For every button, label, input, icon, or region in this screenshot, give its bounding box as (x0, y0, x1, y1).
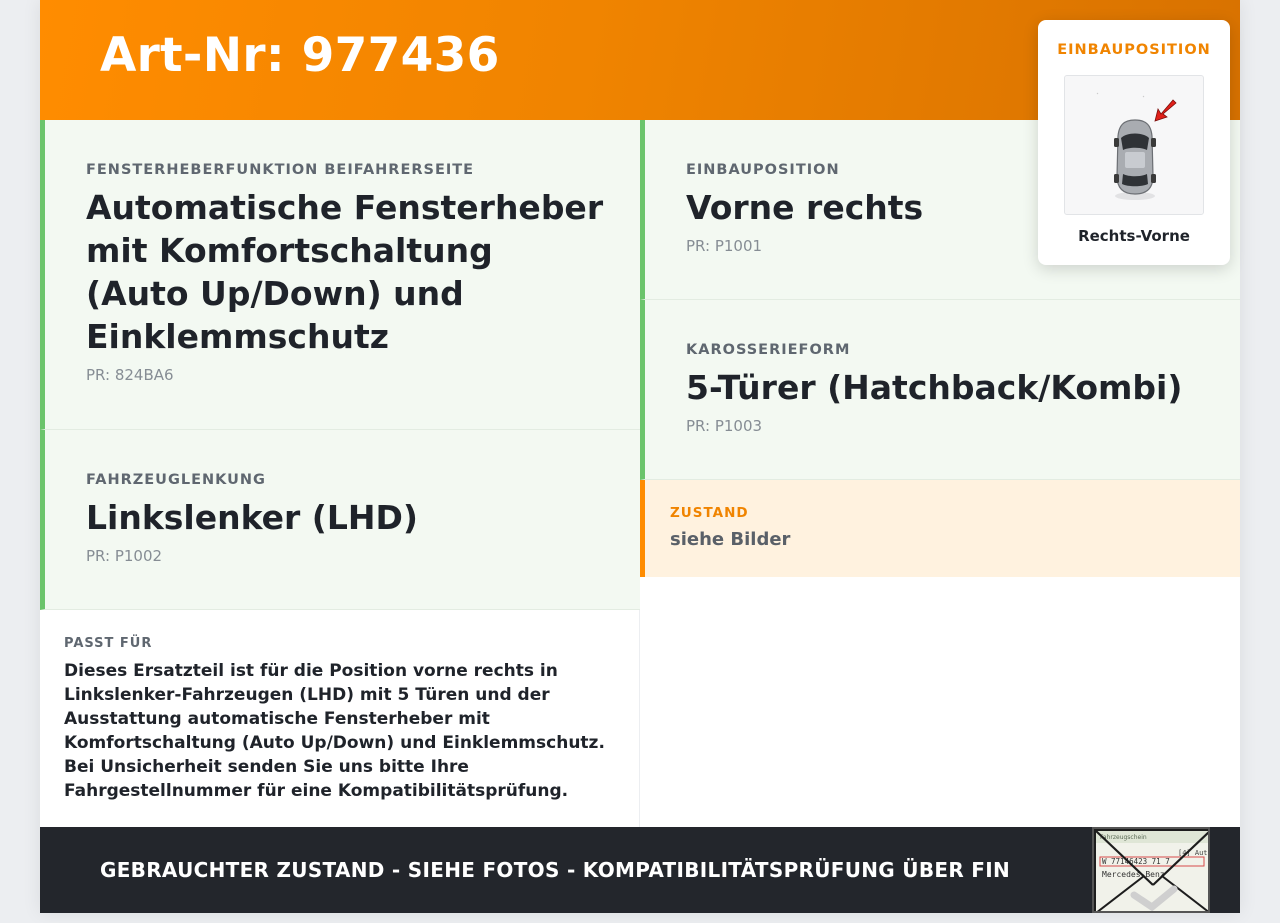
card-value: Linkslenker (LHD) (86, 498, 419, 537)
condition-label: ZUSTAND (670, 505, 749, 521)
fitment-text: Dieses Ersatzteil ist für die Position v… (64, 661, 605, 801)
popup-title: EINBAUPOSITION (1057, 42, 1211, 58)
card-label: FAHRZEUGLENKUNG (86, 472, 266, 488)
card-window-lifter-function: FENSTERHEBERFUNKTION BEIFAHRERSEITE Auto… (40, 120, 640, 430)
document-thumbnail-graphic: Fahrzeugschein [4] Aut W 77146423 71 7 M… (1094, 829, 1208, 911)
doc-line-brand: Mercedes-Benz (1102, 870, 1165, 879)
doc-line-vin: W 77146423 71 7 (1102, 857, 1170, 866)
card-steering: FAHRZEUGLENKUNG Linkslenker (LHD) PR: P1… (40, 430, 640, 610)
card-pr-code: PR: P1002 (86, 547, 163, 565)
popup-caption: Rechts-Vorne (1078, 227, 1190, 245)
card-pr-code: PR: 824BA6 (86, 366, 174, 384)
card-value: 5-Türer (Hatchback/Kombi) (686, 368, 1183, 407)
condition-value: siehe Bilder (670, 529, 791, 550)
footer-bar: GEBRAUCHTER ZUSTAND - SIEHE FOTOS - KOMP… (40, 827, 1240, 913)
card-body-style: KAROSSERIEFORM 5-Türer (Hatchback/Kombi)… (640, 300, 1240, 480)
footer-text: GEBRAUCHTER ZUSTAND - SIEHE FOTOS - KOMP… (100, 858, 1011, 882)
installation-position-popup: EINBAUPOSITION Rechts-Vorne (1038, 20, 1230, 265)
column-divider (639, 610, 640, 827)
car-diagram-graphic (1096, 92, 1177, 200)
fitment-section: PASST FÜR Dieses Ersatzteil ist für die … (40, 610, 639, 827)
vehicle-registration-document-icon[interactable]: Fahrzeugschein [4] Aut W 77146423 71 7 M… (1092, 827, 1210, 913)
card-pr-code: PR: P1003 (686, 417, 763, 435)
car-top-view-icon (1064, 75, 1204, 215)
article-number-title: Art-Nr: 977436 (100, 28, 500, 83)
condition-box: ZUSTAND siehe Bilder (640, 480, 1240, 577)
card-label: FENSTERHEBERFUNKTION BEIFAHRERSEITE (86, 162, 475, 178)
card-value: Automatische Fensterheber mit Komfortsch… (86, 188, 604, 356)
card-label: KAROSSERIEFORM (686, 342, 851, 358)
fitment-label: PASST FÜR (64, 636, 153, 651)
